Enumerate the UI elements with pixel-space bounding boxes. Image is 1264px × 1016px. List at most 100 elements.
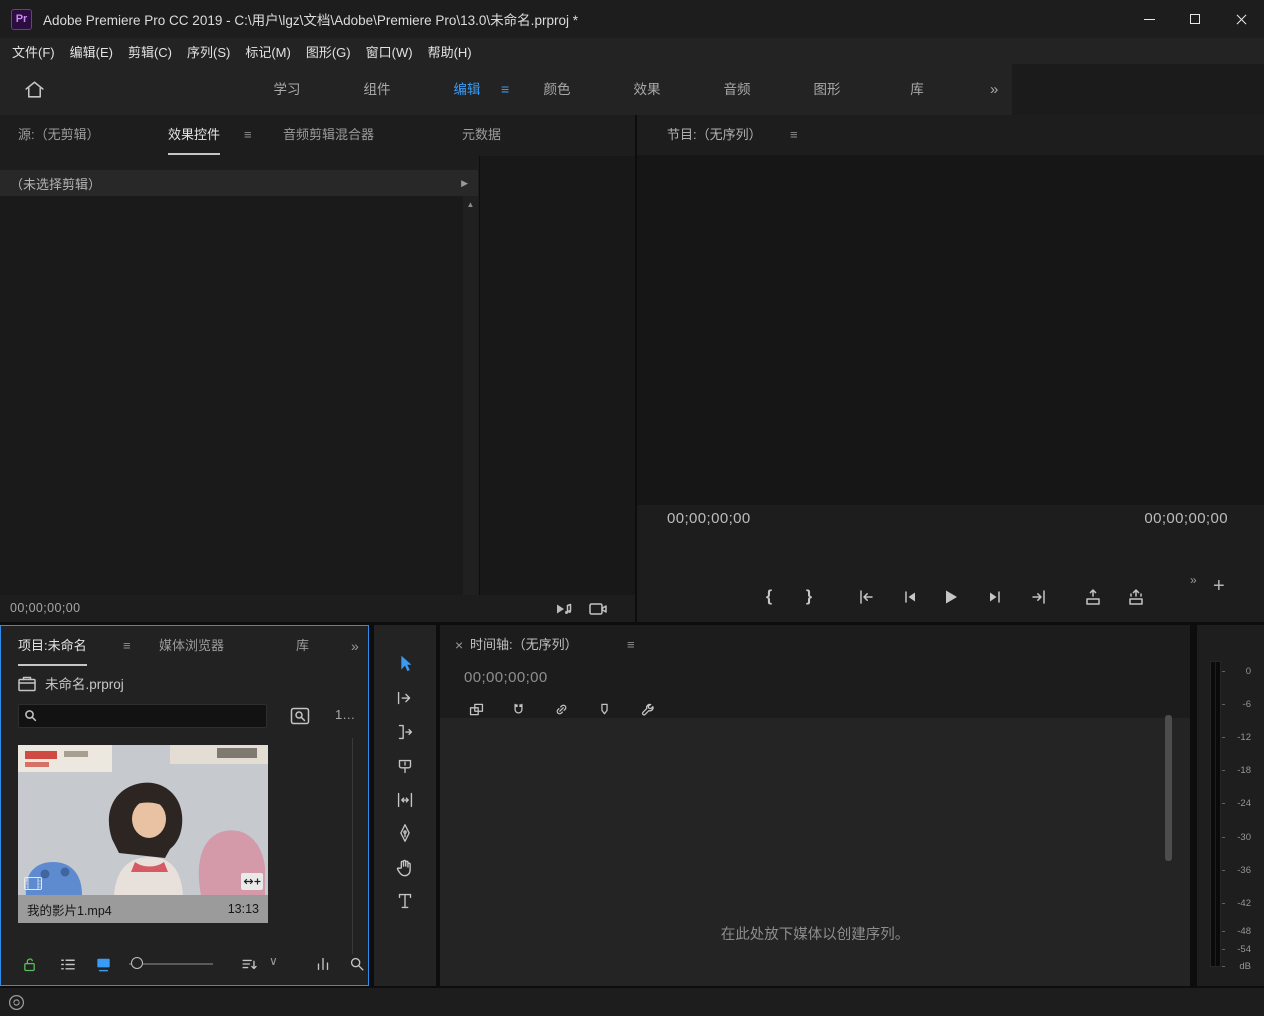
workspace-tab-audio[interactable]: 音频 <box>692 64 782 115</box>
track-select-forward-icon <box>394 687 416 709</box>
marker-icon <box>596 701 613 718</box>
selection-tool-button[interactable] <box>390 649 420 679</box>
ripple-edit-icon <box>394 721 416 743</box>
mark-in-button[interactable]: { <box>752 583 786 611</box>
pen-tool-button[interactable] <box>390 818 420 848</box>
play-audio-button[interactable] <box>552 598 576 620</box>
search-icon <box>24 709 37 722</box>
play-icon <box>940 586 962 608</box>
meter-scale-label: -42 <box>1225 898 1251 909</box>
type-tool-button[interactable] <box>390 886 420 916</box>
clip-name[interactable]: 我的影片1.mp4 <box>27 900 112 919</box>
project-panel: 项目:未命名 ≡ 媒体浏览器 库 » 未命名.prproj 1… <box>0 625 369 986</box>
search-input[interactable] <box>18 704 267 728</box>
timeline-drop-zone[interactable]: 在此处放下媒体以创建序列。 <box>440 718 1190 986</box>
meter-scale-label: dB <box>1225 961 1251 972</box>
scrollbar[interactable]: ▲ <box>463 196 478 595</box>
extract-button[interactable] <box>1119 583 1153 611</box>
camera-icon <box>589 602 607 616</box>
step-back-button[interactable] <box>892 583 926 611</box>
tab-metadata[interactable]: 元数据 <box>462 115 501 155</box>
sync-status-icon[interactable] <box>8 994 25 1011</box>
menu-sequence[interactable]: 序列(S) <box>187 42 230 61</box>
maximize-button[interactable] <box>1172 0 1218 38</box>
scroll-up-icon[interactable]: ▲ <box>463 200 478 209</box>
menu-clip[interactable]: 剪辑(C) <box>128 42 172 61</box>
meter-scale-label: -24 <box>1225 798 1251 809</box>
clip-thumbnail[interactable] <box>18 745 268 895</box>
menu-window[interactable]: 窗口(W) <box>366 42 413 61</box>
clip-badge-icon[interactable] <box>241 873 263 890</box>
menu-help[interactable]: 帮助(H) <box>428 42 472 61</box>
tab-audio-clip-mixer[interactable]: 音频剪辑混合器 <box>283 115 374 155</box>
hand-tool-button[interactable] <box>390 852 420 882</box>
timeline-close-icon[interactable]: × <box>455 625 463 665</box>
tab-source-monitor[interactable]: 源:（无剪辑） <box>18 115 100 155</box>
minimize-button[interactable] <box>1126 0 1172 38</box>
close-button[interactable] <box>1218 0 1264 38</box>
meter-scale-label: -30 <box>1225 832 1251 843</box>
step-forward-button[interactable] <box>979 583 1013 611</box>
lift-icon <box>1083 587 1103 607</box>
maximize-icon <box>1190 14 1200 24</box>
magnifier-icon <box>348 955 366 973</box>
sort-icons-button[interactable] <box>237 952 261 976</box>
zoom-slider-knob[interactable] <box>131 957 143 969</box>
tab-project[interactable]: 项目:未命名 <box>18 626 87 666</box>
window-controls <box>1126 0 1264 38</box>
lift-button[interactable] <box>1076 583 1110 611</box>
tab-libraries[interactable]: 库 <box>296 626 309 666</box>
menu-file[interactable]: 文件(F) <box>12 42 55 61</box>
workspace-menu-icon[interactable]: ≡ <box>501 64 509 115</box>
expand-arrow-icon[interactable]: ▶ <box>461 178 468 189</box>
home-icon[interactable] <box>22 77 47 102</box>
menu-markers[interactable]: 标记(M) <box>245 42 291 61</box>
sort-direction-icon[interactable]: ∨ <box>269 954 278 968</box>
timeline-menu-icon[interactable]: ≡ <box>627 625 635 665</box>
workspace-tab-color[interactable]: 颜色 <box>512 64 602 115</box>
effect-controls-menu-icon[interactable]: ≡ <box>244 115 252 155</box>
razor-tool-button[interactable] <box>390 751 420 781</box>
workspace-tab-learning[interactable]: 学习 <box>242 64 332 115</box>
project-tabs-overflow-icon[interactable]: » <box>351 626 359 666</box>
tab-effect-controls[interactable]: 效果控件 <box>168 115 220 155</box>
workspace-tab-libraries[interactable]: 库 <box>872 64 962 115</box>
automate-to-sequence-button[interactable] <box>311 952 335 976</box>
tab-timeline[interactable]: 时间轴:（无序列） <box>470 625 578 665</box>
list-view-button[interactable] <box>55 952 79 976</box>
project-clip-item[interactable]: 我的影片1.mp4 13:13 <box>18 745 268 923</box>
go-to-in-button[interactable] <box>849 583 883 611</box>
find-button[interactable] <box>287 704 313 728</box>
track-select-forward-tool-button[interactable] <box>390 683 420 713</box>
workspace-tab-editing[interactable]: 编辑 <box>422 64 512 115</box>
effect-controls-timecode: 00;00;00;00 <box>10 601 80 615</box>
workspace-tab-graphics[interactable]: 图形 <box>782 64 872 115</box>
button-editor-icon[interactable]: + <box>1213 575 1225 598</box>
workspace-tab-effects[interactable]: 效果 <box>602 64 692 115</box>
timeline-scrollbar[interactable] <box>1165 715 1172 861</box>
ripple-edit-tool-button[interactable] <box>390 717 420 747</box>
window-title: Adobe Premiere Pro CC 2019 - C:\用户\lgz\文… <box>43 9 578 29</box>
tab-media-browser[interactable]: 媒体浏览器 <box>159 626 224 666</box>
export-frame-button[interactable] <box>586 598 610 620</box>
project-file-name: 未命名.prproj <box>45 673 124 693</box>
workspace-overflow-icon[interactable]: » <box>990 64 998 115</box>
project-writable-lock-button[interactable] <box>17 952 41 976</box>
project-menu-icon[interactable]: ≡ <box>123 626 131 666</box>
razor-icon <box>394 755 416 777</box>
transport-overflow-icon[interactable]: » <box>1190 573 1197 587</box>
icon-view-button[interactable] <box>91 952 115 976</box>
go-to-out-button[interactable] <box>1022 583 1056 611</box>
find-toolbar-button[interactable] <box>345 952 369 976</box>
slip-tool-button[interactable] <box>390 785 420 815</box>
project-file-row[interactable]: 未命名.prproj <box>18 670 124 696</box>
workspace-tab-assembly[interactable]: 组件 <box>332 64 422 115</box>
play-button[interactable] <box>934 583 968 611</box>
menu-edit[interactable]: 编辑(E) <box>70 42 113 61</box>
premiere-app-icon: Pr <box>11 9 32 30</box>
sort-icon <box>240 955 258 973</box>
mark-out-button[interactable]: } <box>792 583 826 611</box>
program-menu-icon[interactable]: ≡ <box>790 115 798 155</box>
menu-graphics[interactable]: 图形(G) <box>306 42 351 61</box>
tab-program-monitor[interactable]: 节目:（无序列） <box>667 115 762 155</box>
